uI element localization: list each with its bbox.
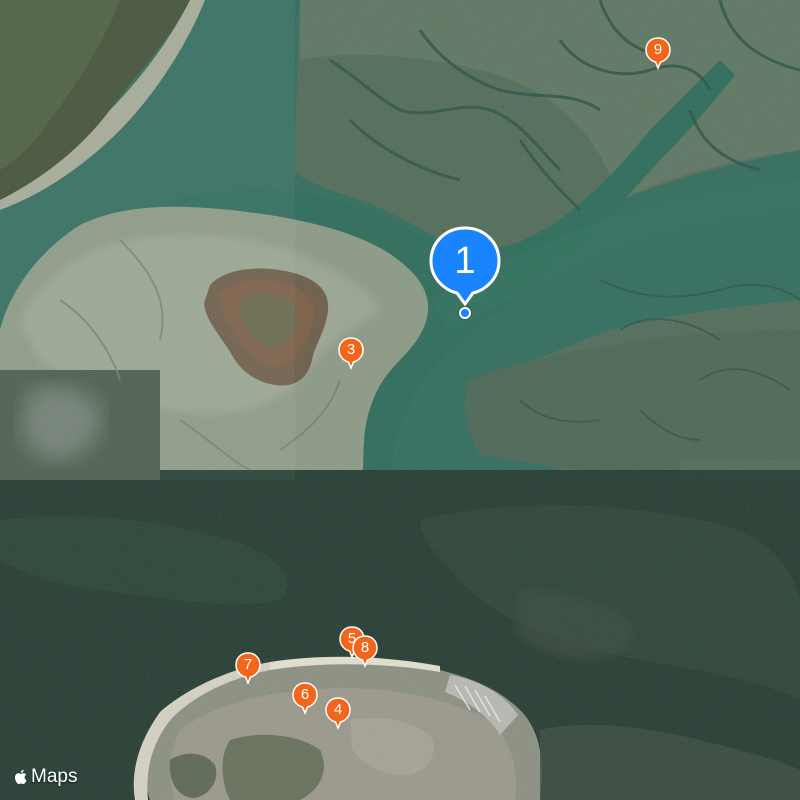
marker-7-label: 7	[243, 656, 253, 673]
maps-attribution-text: Maps	[31, 766, 78, 787]
map-marker-1-selected[interactable]: 1	[428, 226, 502, 316]
map-marker-6[interactable]: 6	[292, 682, 318, 716]
marker-3-label: 3	[346, 341, 356, 358]
map-marker-3[interactable]: 3	[338, 337, 364, 371]
map-marker-7[interactable]: 7	[235, 652, 261, 686]
map-marker-9[interactable]: 9	[645, 37, 671, 71]
location-dot	[459, 307, 471, 319]
map-marker-4[interactable]: 4	[325, 697, 351, 731]
marker-4-label: 4	[333, 701, 343, 718]
marker-6-label: 6	[300, 686, 310, 703]
apple-logo-icon	[14, 769, 27, 785]
satellite-map[interactable]: 9 3 5 8 7 6 4 1 Maps	[0, 0, 800, 800]
marker-9-label: 9	[653, 41, 663, 58]
maps-attribution[interactable]: Maps	[12, 764, 77, 790]
marker-8-label: 8	[360, 639, 370, 656]
marker-1-label: 1	[454, 240, 476, 282]
satellite-imagery	[0, 0, 800, 800]
map-marker-8[interactable]: 8	[352, 635, 378, 669]
